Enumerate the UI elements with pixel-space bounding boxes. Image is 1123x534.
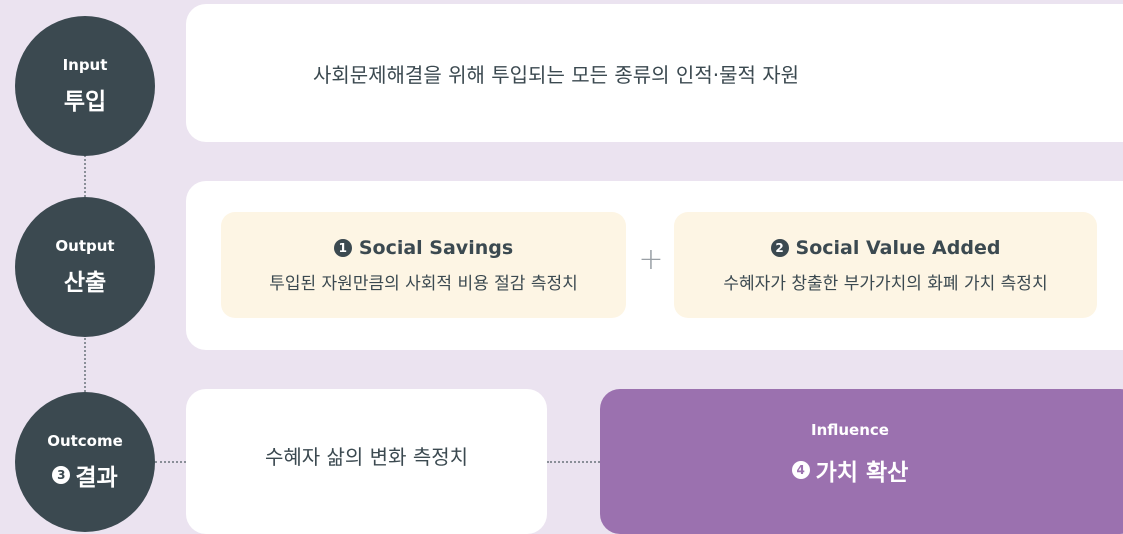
outcome-label-en: Outcome: [47, 432, 123, 450]
input-label-ko: 투입: [64, 82, 106, 116]
input-circle: Input 투입: [15, 16, 155, 156]
input-description: 사회문제해결을 위해 투입되는 모든 종류의 인적·물적 자원: [312, 62, 800, 87]
outcome-description: 수혜자 삶의 변화 측정치: [264, 445, 469, 469]
connector-output-outcome: [84, 335, 86, 392]
output-label-ko: 산출: [64, 263, 106, 297]
social-value-added-desc: 수혜자가 창출한 부가가치의 화폐 가치 측정치: [723, 273, 1048, 294]
social-value-added-title-text: Social Value Added: [795, 236, 1001, 259]
connector-outcome-influence: [547, 461, 600, 463]
input-label-en: Input: [62, 56, 108, 74]
output-label-en: Output: [55, 237, 115, 255]
social-savings-box: 1 Social Savings 투입된 자원만큼의 사회적 비용 절감 측정치: [221, 212, 626, 318]
outcome-label-ko: 3 결과: [52, 458, 118, 492]
social-savings-desc: 투입된 자원만큼의 사회적 비용 절감 측정치: [269, 273, 578, 294]
number-1-badge: 1: [333, 238, 352, 257]
social-savings-title: 1 Social Savings: [333, 236, 514, 259]
connector-outcome-card: [155, 461, 186, 463]
influence-label-ko: 4 가치 확산: [791, 453, 909, 487]
social-value-added-title: 2 Social Value Added: [770, 236, 1001, 259]
output-label-ko-text: 산출: [63, 270, 107, 296]
input-card: 사회문제해결을 위해 투입되는 모든 종류의 인적·물적 자원: [186, 4, 1123, 142]
outcome-label-ko-text: 결과: [75, 465, 118, 491]
outcome-circle: Outcome 3 결과: [15, 392, 155, 532]
influence-label-en: Influence: [811, 420, 889, 439]
number-2-badge: 2: [770, 238, 789, 257]
social-value-added-box: 2 Social Value Added 수혜자가 창출한 부가가치의 화폐 가…: [674, 212, 1097, 318]
outcome-card: 수혜자 삶의 변화 측정치: [186, 389, 547, 534]
input-label-ko-text: 투입: [63, 89, 107, 115]
plus-icon: +: [638, 242, 664, 277]
influence-label-ko-text: 가치 확산: [815, 459, 909, 486]
output-circle: Output 산출: [15, 197, 155, 337]
number-3-badge: 3: [52, 466, 71, 484]
number-4-badge: 4: [791, 460, 810, 479]
influence-card: Influence 4 가치 확산: [600, 389, 1123, 534]
social-savings-title-text: Social Savings: [358, 236, 514, 259]
